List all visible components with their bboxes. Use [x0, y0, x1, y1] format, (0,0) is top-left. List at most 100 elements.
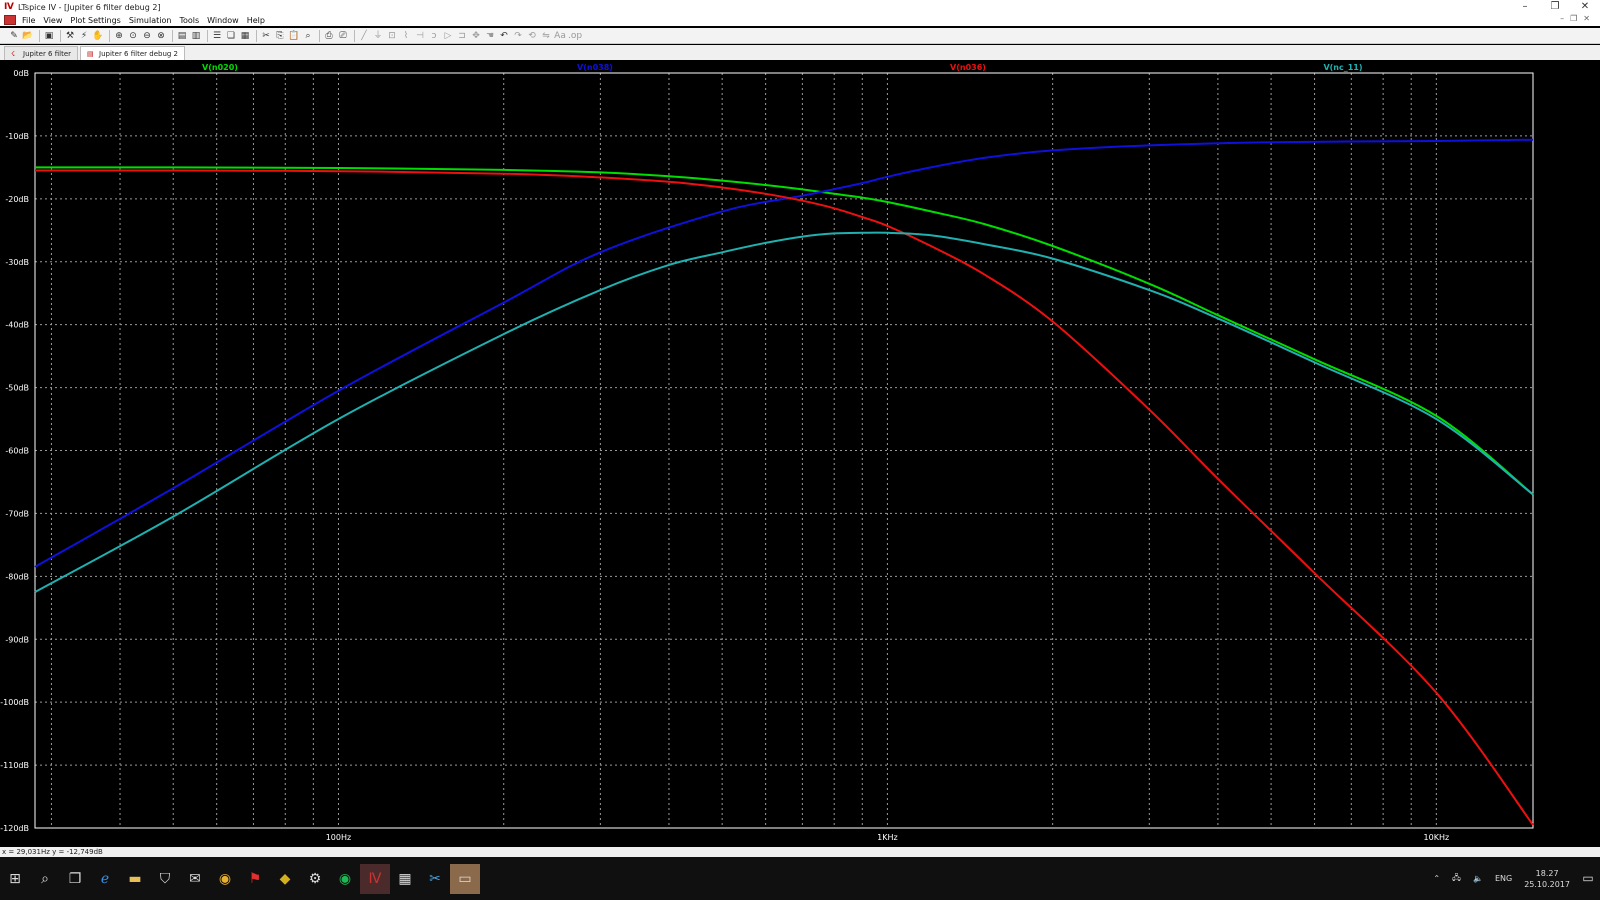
- clock-time: 18.27: [1535, 868, 1559, 878]
- pan-icon[interactable]: ⊙: [127, 30, 139, 42]
- control-panel-icon[interactable]: ⚒: [64, 30, 76, 42]
- y-tick-label: -110dB: [0, 761, 29, 770]
- trace-vn020: [34, 166, 1534, 496]
- ltspice-taskbar-icon[interactable]: Ⅳ: [360, 863, 390, 894]
- tab-jupiter-6-filter-debug-2[interactable]: ▤ Jupiter 6 filter debug 2: [80, 46, 185, 60]
- manual-limits-icon[interactable]: ▥: [190, 30, 202, 42]
- close-button[interactable]: ✕: [1570, 0, 1600, 14]
- plot-side-margin: [1568, 62, 1600, 847]
- tab-label: Jupiter 6 filter debug 2: [99, 49, 178, 58]
- document-icon[interactable]: [4, 15, 16, 25]
- spotify-icon[interactable]: ◉: [330, 864, 360, 894]
- print-preview-icon[interactable]: ⎚: [337, 30, 349, 42]
- y-tick-label: -40dB: [5, 321, 29, 330]
- capacitor-icon[interactable]: ⊣: [414, 30, 426, 42]
- clock[interactable]: 18.27 25.10.2017: [1524, 868, 1570, 890]
- show-hidden-icons-icon[interactable]: ⌃: [1433, 874, 1440, 883]
- waveform-plot-pane[interactable]: 0dB -10dB -20dB -30dB -40dB -50dB -60dB -70dB -8…: [0, 62, 1568, 847]
- language-indicator[interactable]: ENG: [1495, 874, 1512, 883]
- paste-icon[interactable]: 📋: [288, 30, 300, 42]
- start-icon[interactable]: ⊞: [0, 864, 30, 894]
- trace-legend: V(n020) V(n038) V(n036) V(nc_11): [202, 63, 1362, 72]
- system-tray: ⌃ 🖧 🔈 ENG 18.27 25.10.2017: [1427, 857, 1600, 900]
- child-window-controls[interactable]: –❐✕: [1560, 14, 1596, 23]
- mirror-icon[interactable]: ⇋: [540, 30, 552, 42]
- legend-label[interactable]: V(n036): [950, 63, 986, 72]
- text-icon[interactable]: Aa: [554, 30, 566, 42]
- calculator-icon[interactable]: ▦: [390, 864, 420, 894]
- tile-horizontal-icon[interactable]: ☰: [211, 30, 223, 42]
- legend-label[interactable]: V(n020): [202, 63, 238, 72]
- inductor-icon[interactable]: ↄ: [428, 30, 440, 42]
- y-tick-label: -120dB: [0, 824, 29, 833]
- search-icon[interactable]: ⌕: [30, 864, 60, 894]
- zoom-in-icon[interactable]: ⊕: [113, 30, 125, 42]
- redo-icon[interactable]: ↷: [512, 30, 524, 42]
- task-view-icon[interactable]: ❐: [60, 864, 90, 894]
- app-icon[interactable]: ◆: [270, 864, 300, 894]
- component-icon[interactable]: ⊐: [456, 30, 468, 42]
- status-bar: x = 29,031Hz y = -12,749dB: [0, 847, 1600, 857]
- print-icon[interactable]: ⎙: [323, 30, 335, 42]
- network-icon[interactable]: 🖧: [1452, 872, 1461, 886]
- drag-icon[interactable]: ☚: [484, 30, 496, 42]
- diode-icon[interactable]: ▷: [442, 30, 454, 42]
- menu-tools[interactable]: Tools: [179, 16, 199, 25]
- menu-simulation[interactable]: Simulation: [129, 16, 172, 25]
- legend-label[interactable]: V(n038): [577, 63, 613, 72]
- menu-window[interactable]: Window: [207, 16, 239, 25]
- menu-file[interactable]: File: [22, 16, 35, 25]
- spice-directive-icon[interactable]: .op: [568, 30, 582, 42]
- restore-button[interactable]: ❐: [1540, 0, 1570, 14]
- label-icon[interactable]: ⊡: [386, 30, 398, 42]
- rotate-icon[interactable]: ⟲: [526, 30, 538, 42]
- menu-bar: File View Plot Settings Simulation Tools…: [0, 14, 1600, 26]
- action-center-icon[interactable]: ▭: [1576, 857, 1600, 900]
- halt-icon[interactable]: ✋: [92, 30, 104, 42]
- zoom-out-icon[interactable]: ⊖: [141, 30, 153, 42]
- tab-label: Jupiter 6 filter: [23, 49, 72, 58]
- bode-plot[interactable]: 0dB -10dB -20dB -30dB -40dB -50dB -60dB -70dB -8…: [0, 62, 1568, 847]
- toolbar-separator: [207, 29, 208, 42]
- resistor-icon[interactable]: ⌇: [400, 30, 412, 42]
- volume-icon[interactable]: 🔈: [1473, 874, 1483, 883]
- save-icon[interactable]: ▣: [43, 30, 55, 42]
- open-icon[interactable]: 📂: [22, 30, 34, 42]
- ltspice-app-icon: Ⅳ: [4, 2, 14, 12]
- zoom-fit-icon[interactable]: ⊗: [155, 30, 167, 42]
- pdf-reader-icon[interactable]: ⚑: [240, 864, 270, 894]
- schematic-icon: ☇: [11, 49, 16, 58]
- menu-plot-settings[interactable]: Plot Settings: [70, 16, 120, 25]
- run-icon[interactable]: ⚡: [78, 30, 90, 42]
- undo-icon[interactable]: ↶: [498, 30, 510, 42]
- highlighted-app-icon[interactable]: ▭: [450, 863, 480, 894]
- tool-icon[interactable]: ⚙: [300, 864, 330, 894]
- menu-view[interactable]: View: [43, 16, 62, 25]
- mail-icon[interactable]: ✉: [180, 864, 210, 894]
- menu-help[interactable]: Help: [247, 16, 265, 25]
- x-tick-label: 10KHz: [1424, 833, 1450, 842]
- edge-icon[interactable]: ℯ: [90, 864, 120, 894]
- chrome-icon[interactable]: ◉: [210, 864, 240, 894]
- find-icon[interactable]: ⌕: [302, 30, 314, 42]
- autorange-icon[interactable]: ▤: [176, 30, 188, 42]
- y-axis-ticks: 0dB -10dB -20dB -30dB -40dB -50dB -60dB -70dB -8…: [0, 69, 29, 833]
- toolbar-separator: [109, 29, 110, 42]
- tile-vertical-icon[interactable]: ▦: [239, 30, 251, 42]
- toolbar-separator: [172, 29, 173, 42]
- move-icon[interactable]: ✥: [470, 30, 482, 42]
- x-axis-ticks: 100Hz 1KHz 10KHz: [326, 833, 1449, 842]
- file-explorer-icon[interactable]: ▬: [120, 864, 150, 894]
- cascade-icon[interactable]: ❏: [225, 30, 237, 42]
- tab-jupiter-6-filter[interactable]: ☇ Jupiter 6 filter: [4, 46, 79, 60]
- store-icon[interactable]: ⛉: [150, 864, 180, 894]
- new-schematic-icon[interactable]: ✎: [8, 30, 20, 42]
- cut-icon[interactable]: ✂: [260, 30, 272, 42]
- wire-icon[interactable]: ╱: [358, 30, 370, 42]
- minimize-button[interactable]: –: [1510, 0, 1540, 14]
- copy-icon[interactable]: ⎘: [274, 30, 286, 42]
- snipping-icon[interactable]: ✂: [420, 864, 450, 894]
- legend-label[interactable]: V(nc_11): [1323, 63, 1362, 72]
- toolbar-separator: [256, 29, 257, 42]
- ground-icon[interactable]: ⏚: [372, 30, 384, 42]
